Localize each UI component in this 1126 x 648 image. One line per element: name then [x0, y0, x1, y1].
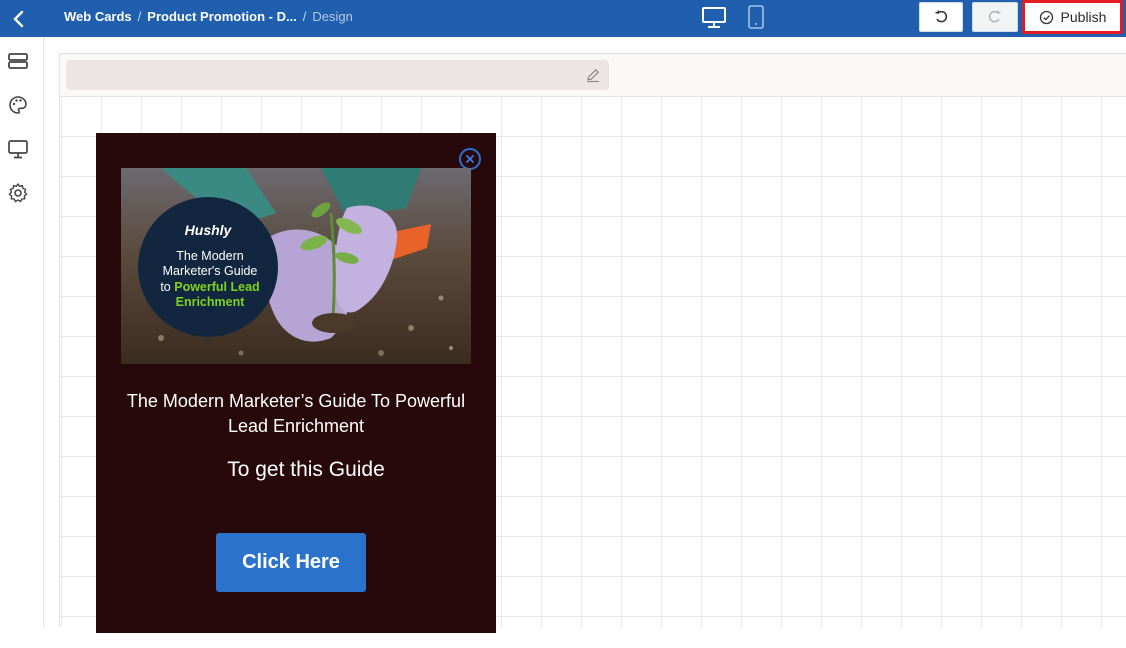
card-title-line-1: The Modern Marketer’s Guide To Powerful — [126, 391, 466, 411]
hero-line-2: Marketer's Guide — [163, 264, 258, 278]
close-button[interactable] — [459, 148, 481, 170]
card-subtitle: To get this Guide — [227, 458, 385, 481]
sidebar-item-display[interactable] — [7, 138, 29, 160]
close-icon — [466, 155, 474, 163]
publish-label: Publish — [1060, 9, 1107, 25]
left-sidebar — [0, 37, 44, 627]
card-title-input[interactable] — [66, 60, 609, 90]
breadcrumb-separator: / — [137, 9, 142, 24]
edit-icon[interactable] — [585, 67, 601, 83]
click-here-button[interactable]: Click Here — [216, 533, 366, 592]
undo-icon — [935, 10, 948, 23]
back-button[interactable] — [0, 0, 37, 37]
settings-icon — [8, 183, 28, 203]
web-card[interactable]: Hushly The Modern Marketer's Guide to Po… — [96, 133, 496, 633]
hero-illustration: Hushly The Modern Marketer's Guide to Po… — [121, 168, 471, 364]
card-title-line-2: Lead Enrichment — [227, 416, 365, 436]
breadcrumb-product-promotion[interactable]: Product Promotion - D... — [147, 9, 297, 24]
hero-image: Hushly The Modern Marketer's Guide to Po… — [121, 168, 471, 364]
mobile-icon — [748, 5, 764, 29]
redo-button[interactable] — [972, 2, 1018, 32]
top-bar: Web Cards / Product Promotion - D... / D… — [0, 0, 1126, 37]
redo-icon — [988, 10, 1001, 23]
breadcrumb-separator: / — [302, 9, 307, 24]
breadcrumb: Web Cards / Product Promotion - D... / D… — [64, 0, 353, 33]
layout-icon — [8, 53, 28, 69]
hero-line-3: to Powerful Lead — [160, 280, 259, 294]
sidebar-item-settings[interactable] — [7, 182, 29, 204]
hero-line-3-prefix: to — [160, 280, 174, 294]
desktop-preview-button[interactable] — [701, 4, 727, 30]
breadcrumb-web-cards[interactable]: Web Cards — [64, 9, 132, 24]
undo-button[interactable] — [919, 2, 963, 32]
hero-line-4: Enrichment — [176, 295, 246, 309]
hero-line-1: The Modern — [176, 249, 243, 263]
desktop-icon — [702, 7, 726, 28]
frame-header — [60, 54, 1126, 97]
sidebar-item-layout[interactable] — [7, 50, 29, 72]
publish-button[interactable]: Publish — [1022, 0, 1123, 34]
monitor-icon — [8, 140, 28, 159]
canvas-frame: Hushly The Modern Marketer's Guide to Po… — [59, 53, 1126, 633]
design-canvas: Hushly The Modern Marketer's Guide to Po… — [44, 37, 1126, 633]
card-title: The Modern Marketer’s Guide To Powerful … — [116, 389, 476, 439]
mobile-preview-button[interactable] — [746, 4, 766, 30]
palette-icon — [9, 96, 27, 114]
check-circle-icon — [1039, 10, 1053, 24]
hero-brand: Hushly — [185, 222, 233, 238]
chevron-left-icon — [12, 10, 23, 27]
breadcrumb-design: Design — [312, 9, 353, 24]
sidebar-item-theme[interactable] — [7, 94, 29, 116]
hero-line-3-highlight: Powerful Lead — [174, 280, 259, 294]
